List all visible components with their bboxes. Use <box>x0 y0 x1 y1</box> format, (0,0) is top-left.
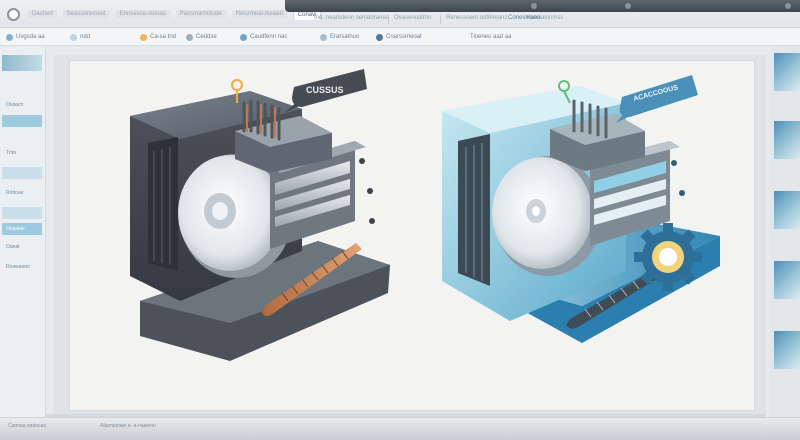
tab-1[interactable]: Dashed <box>28 10 57 18</box>
toolbar-item-2[interactable]: ndd <box>70 33 90 42</box>
toolbar-item-8[interactable]: Tioeneu aad aa <box>470 33 511 42</box>
tab-5[interactable]: Renzmeal-tkeaed <box>231 10 287 18</box>
sidebar-item-3[interactable]: Tnta <box>2 147 42 159</box>
right-thumbnail-panel <box>770 47 800 417</box>
address-item-1[interactable]: Ind. neamdenn senatoranea <box>314 15 389 21</box>
left-callout-label: CUSSUS <box>306 85 344 95</box>
toolbar-item-6[interactable]: Erarsatnuo <box>320 33 359 42</box>
tab-strip: Dashed Seasonrement Ennsesce-stonas Pass… <box>28 8 322 20</box>
title-bar: Dashed Seasonrement Ennsesce-stonas Pass… <box>0 0 800 28</box>
sidebar-item-1[interactable]: Ovaacn <box>2 99 42 111</box>
toolbar: Uvgsda aa ndd Ca-sa tnd Ceddse Caudfenn … <box>0 28 800 46</box>
status-middle: Atlarnianiae o- a-naaeion <box>100 423 156 429</box>
left-callout-tag: CUSSUS <box>284 69 367 113</box>
sidebar-item-8[interactable]: Oanat <box>2 241 42 253</box>
window-titlebar <box>285 0 800 12</box>
toolbar-item-icon <box>6 34 13 41</box>
tab-3[interactable]: Ennsesce-stonas <box>115 10 170 18</box>
gear-icon <box>634 223 702 291</box>
artboard[interactable]: CUSSUS ACACCOOUS <box>70 61 754 410</box>
divider <box>388 15 389 24</box>
close-icon[interactable] <box>785 3 791 9</box>
left-sidebar: Ovaacn Tnta Rnttoae Ovaaeie Oanat Rnawae… <box>0 47 46 417</box>
thumbnail[interactable] <box>774 261 800 299</box>
sidebar-thumbnail[interactable] <box>2 55 42 71</box>
divider <box>440 15 441 24</box>
right-callout-tag: ACACCOOUS <box>616 75 698 123</box>
maximize-icon[interactable] <box>625 3 631 9</box>
toolbar-item-label: Ceddse <box>196 34 217 40</box>
address-bar[interactable]: Ind. neamdenn senatoranea Ovasenoatmn Re… <box>300 15 790 25</box>
toolbar-item-icon <box>70 34 77 41</box>
thumbnail[interactable] <box>774 191 800 229</box>
toolbar-item-label: ndd <box>80 34 91 40</box>
toolbar-item-5[interactable]: Caudfenn nac <box>240 33 287 42</box>
sidebar-item-2[interactable] <box>2 115 42 127</box>
dark-device-illustration <box>130 79 390 361</box>
sidebar-item-5[interactable]: Rnttoae <box>2 187 42 199</box>
thumbnail[interactable] <box>774 53 800 91</box>
toolbar-item-label: Erarsatnuo <box>330 34 360 40</box>
sidebar-item-9[interactable]: Rnawaeno <box>2 261 42 273</box>
tab-2[interactable]: Seasonrement <box>62 10 110 18</box>
toolbar-item-3[interactable]: Ca-sa tnd <box>140 33 176 42</box>
thumbnail[interactable] <box>774 121 800 159</box>
toolbar-item-label: Tioeneu aad aa <box>470 34 512 40</box>
app-logo-icon[interactable] <box>7 8 20 21</box>
toolbar-item-icon <box>140 34 147 41</box>
toolbar-item-icon <box>376 34 383 41</box>
toolbar-item-label: Ca-sa tnd <box>150 34 177 40</box>
minimize-icon[interactable] <box>531 3 537 9</box>
status-left: Caonaa oadecaa <box>8 423 47 429</box>
illustration: CUSSUS ACACCOOUS <box>130 69 720 361</box>
address-item-2[interactable]: Ovasenoatmn <box>394 15 431 21</box>
toolbar-item-label: Cnarssmeoat <box>386 34 422 40</box>
address-item-3[interactable]: Renessoent ootimeanz <box>446 15 507 21</box>
sidebar-item-6[interactable] <box>2 207 42 219</box>
toolbar-item-1[interactable]: Uvgsda aa <box>6 33 45 42</box>
workspace: CUSSUS ACACCOOUS <box>54 55 766 417</box>
toolbar-item-icon <box>240 34 247 41</box>
status-bar: Caonaa oadecaa Atlarnianiae o- a-naaeion <box>0 417 800 440</box>
sidebar-item-7[interactable]: Ovaaeie <box>2 223 42 235</box>
toolbar-item-icon <box>320 34 327 41</box>
top-right-link[interactable]: Conesmaoo <box>508 15 540 21</box>
light-device-illustration <box>442 80 720 343</box>
sidebar-item-4[interactable] <box>2 167 42 179</box>
toolbar-item-icon <box>186 34 193 41</box>
toolbar-item-7[interactable]: Cnarssmeoat <box>376 33 422 42</box>
thumbnail[interactable] <box>774 331 800 369</box>
tab-4[interactable]: Passmarmitrate <box>175 10 226 18</box>
toolbar-item-4[interactable]: Ceddse <box>186 33 217 42</box>
toolbar-item-label: Uvgsda aa <box>16 34 45 40</box>
toolbar-item-label: Caudfenn nac <box>250 34 288 40</box>
